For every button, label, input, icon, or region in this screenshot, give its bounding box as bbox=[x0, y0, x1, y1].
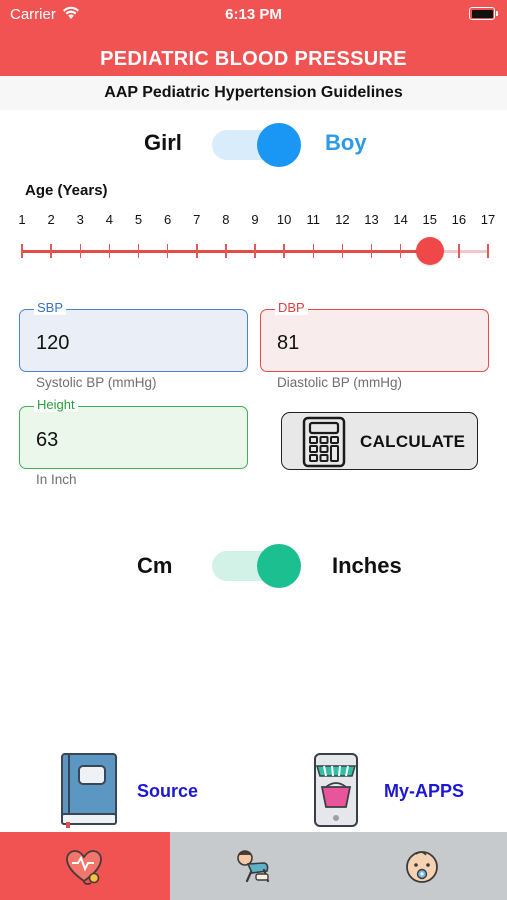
age-tick-label: 7 bbox=[193, 212, 201, 227]
sbp-value[interactable]: 120 bbox=[36, 332, 69, 355]
source-label[interactable]: Source bbox=[137, 781, 198, 802]
age-slider-tick-mark bbox=[196, 244, 198, 258]
age-label: Age (Years) bbox=[25, 182, 108, 199]
age-tick-label: 10 bbox=[276, 212, 292, 227]
clock-time: 6:13 PM bbox=[225, 6, 282, 23]
age-slider-tick-mark bbox=[50, 244, 52, 258]
sbp-field[interactable]: SBP 120 bbox=[19, 301, 248, 372]
age-slider[interactable] bbox=[0, 237, 507, 268]
dbp-value[interactable]: 81 bbox=[277, 332, 299, 355]
my-apps-link[interactable]: My-APPS bbox=[311, 752, 471, 828]
age-slider-tick-mark bbox=[254, 244, 256, 258]
gender-toggle-knob[interactable] bbox=[257, 123, 301, 167]
age-tick-label: 14 bbox=[393, 212, 408, 227]
age-slider-tick-mark bbox=[487, 244, 489, 258]
dbp-helper-text: Diastolic BP (mmHg) bbox=[277, 375, 403, 390]
battery-icon bbox=[469, 7, 498, 20]
tab-blood-pressure[interactable] bbox=[0, 832, 170, 900]
status-bar: Carrier 6:13 PM bbox=[0, 0, 507, 30]
age-slider-tick-mark bbox=[399, 244, 402, 258]
age-tick-label: 17 bbox=[480, 212, 496, 227]
book-icon bbox=[61, 753, 117, 828]
calculate-label: CALCULATE bbox=[360, 432, 466, 451]
age-slider-thumb[interactable] bbox=[415, 237, 444, 265]
girl-label[interactable]: Girl bbox=[144, 130, 182, 156]
age-tick-label: 1 bbox=[18, 212, 26, 227]
my-apps-label[interactable]: My-APPS bbox=[384, 781, 464, 802]
age-tick-label: 4 bbox=[105, 212, 113, 227]
age-slider-tick-mark bbox=[283, 244, 285, 258]
age-tick-label: 13 bbox=[364, 212, 379, 227]
sbp-helper-text: Systolic BP (mmHg) bbox=[36, 375, 157, 390]
height-legend: Height bbox=[34, 398, 78, 412]
dbp-field[interactable]: DBP 81 bbox=[260, 301, 489, 372]
baby-face-icon bbox=[406, 851, 438, 883]
age-tick-label: 15 bbox=[422, 212, 437, 227]
cm-label[interactable]: Cm bbox=[137, 553, 172, 579]
app-title: PEDIATRIC BLOOD PRESSURE bbox=[100, 48, 407, 70]
sbp-legend: SBP bbox=[34, 301, 67, 315]
age-slider-tick-mark bbox=[79, 244, 81, 258]
age-tick-label: 16 bbox=[451, 212, 467, 227]
unit-toggle-knob[interactable] bbox=[257, 544, 301, 588]
age-slider-tick-mark bbox=[225, 244, 227, 258]
dbp-legend: DBP bbox=[275, 301, 308, 315]
calculator-icon bbox=[302, 416, 346, 468]
shopping-phone-icon bbox=[314, 753, 358, 827]
tab-bar bbox=[0, 832, 507, 900]
boy-label[interactable]: Boy bbox=[325, 130, 367, 156]
height-field[interactable]: Height 63 bbox=[19, 398, 248, 469]
source-link[interactable]: Source bbox=[58, 752, 208, 828]
calculate-button[interactable]: CALCULATE bbox=[281, 412, 478, 470]
tab-infant[interactable] bbox=[338, 832, 507, 900]
age-tick-label: 6 bbox=[164, 212, 172, 227]
age-tick-label: 3 bbox=[76, 212, 84, 227]
app-header: Carrier 6:13 PM PEDIATRIC BLOOD PRESSURE bbox=[0, 0, 507, 76]
guidelines-subtitle: AAP Pediatric Hypertension Guidelines bbox=[0, 76, 507, 110]
age-tick-labels: 1 2 3 4 5 6 7 8 9 10 11 12 13 14 15 16 17 bbox=[0, 212, 507, 228]
age-slider-tick-mark bbox=[108, 244, 111, 258]
age-tick-label: 9 bbox=[251, 212, 259, 227]
age-slider-tick-mark bbox=[370, 244, 373, 258]
heart-stethoscope-icon bbox=[66, 850, 102, 885]
age-slider-tick-mark bbox=[137, 244, 140, 258]
age-tick-label: 12 bbox=[335, 212, 350, 227]
tab-child[interactable] bbox=[170, 832, 338, 900]
age-slider-tick-mark bbox=[341, 244, 344, 258]
age-slider-tick-mark bbox=[166, 244, 169, 258]
age-tick-label: 8 bbox=[222, 212, 230, 227]
age-slider-tick-mark bbox=[458, 244, 460, 258]
height-helper-text: In Inch bbox=[36, 472, 77, 487]
height-value[interactable]: 63 bbox=[36, 429, 58, 452]
crawling-baby-icon bbox=[237, 850, 270, 883]
age-tick-label: 2 bbox=[47, 212, 55, 227]
inches-label[interactable]: Inches bbox=[332, 553, 402, 579]
age-tick-label: 5 bbox=[134, 212, 143, 227]
age-tick-label: 11 bbox=[306, 212, 321, 227]
age-slider-tick-mark bbox=[21, 244, 23, 258]
age-slider-tick-mark bbox=[312, 244, 314, 258]
